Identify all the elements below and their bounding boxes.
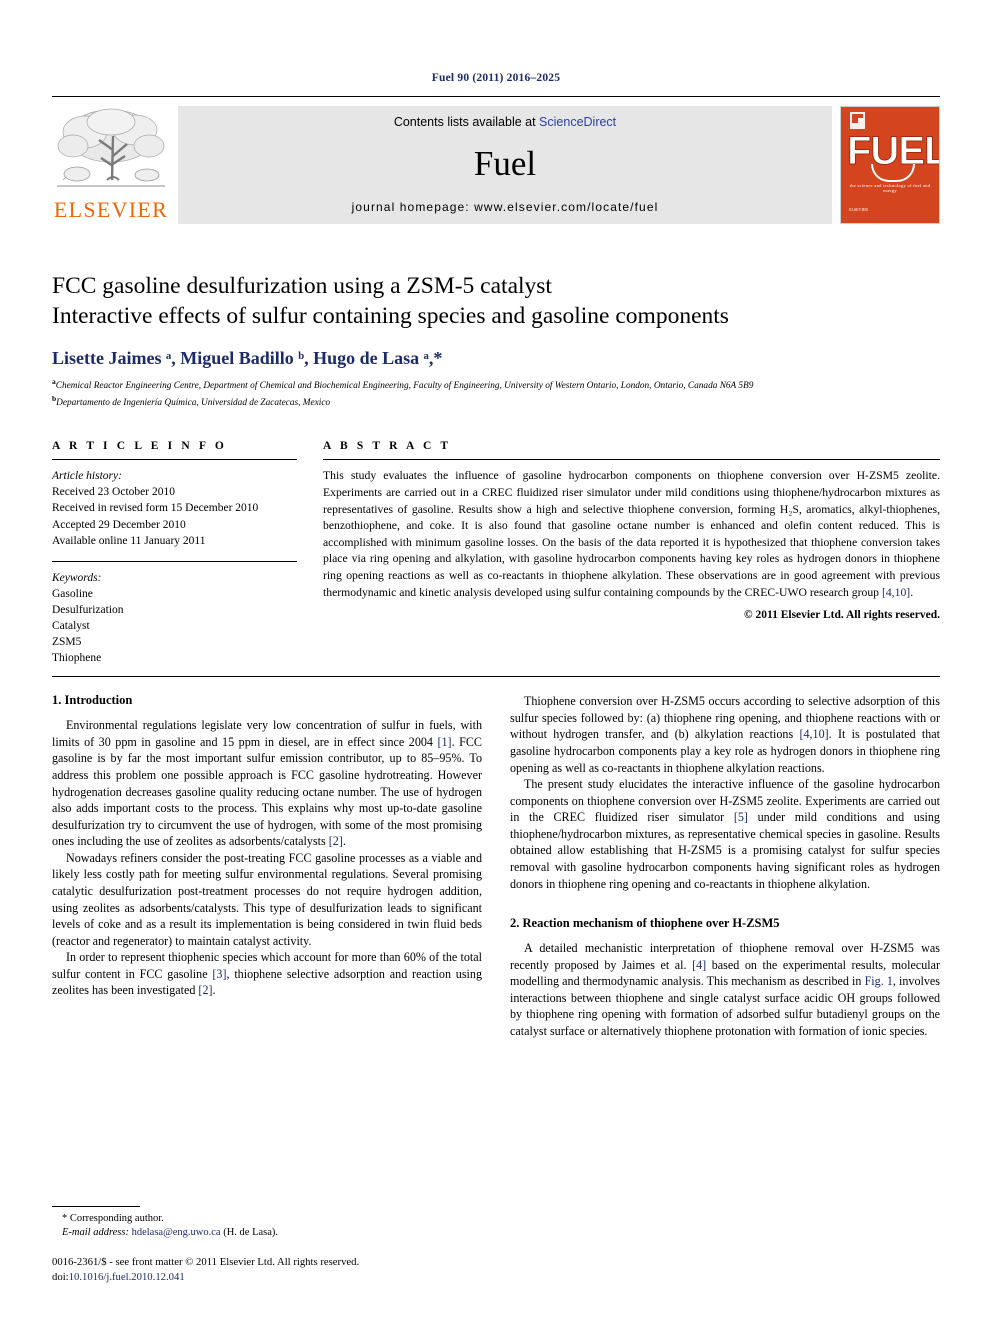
email-line: E-mail address: hdelasa@eng.uwo.ca (H. d…	[62, 1226, 482, 1241]
article-title-line-1: FCC gasoline desulfurization using a ZSM…	[52, 273, 552, 299]
paragraph: Environmental regulations legislate very…	[52, 717, 482, 850]
author-list: Lisette Jaimes ᵃ, Miguel Badillo ᵇ, Hugo…	[52, 348, 443, 369]
paragraph: Thiophene conversion over H-ZSM5 occurs …	[510, 693, 940, 776]
citation-ref[interactable]: [4]	[692, 958, 706, 972]
journal-band: Contents lists available at ScienceDirec…	[178, 106, 832, 224]
elsevier-logo: ELSEVIER	[52, 106, 170, 221]
doi-link[interactable]: 10.1016/j.fuel.2010.12.041	[69, 1271, 185, 1283]
citation-ref[interactable]: [4,10]	[799, 727, 828, 741]
citation-ref[interactable]: [2]	[198, 983, 212, 997]
abstract-heading: A B S T R A C T	[323, 440, 452, 453]
article-info-column: A R T I C L E I N F O Article history: R…	[52, 440, 297, 666]
keyword-item: Desulfurization	[52, 603, 124, 616]
doi-line: doi:10.1016/j.fuel.2010.12.041	[52, 1270, 482, 1285]
history-item: Available online 11 January 2011	[52, 534, 206, 547]
keyword-item: Gasoline	[52, 587, 93, 600]
sciencedirect-link[interactable]: ScienceDirect	[539, 115, 616, 129]
cover-subtitle: the science and technology of fuel and e…	[849, 183, 931, 193]
paragraph: In order to represent thiophenic species…	[52, 949, 482, 999]
keyword-item: Catalyst	[52, 620, 90, 633]
journal-title: Fuel	[473, 144, 537, 183]
title-block: FCC gasoline desulfurization using a ZSM…	[52, 271, 940, 410]
affiliation-b: bDepartamento de Ingeniería Química, Uni…	[52, 393, 331, 408]
affiliation-b-text: Departamento de Ingeniería Química, Univ…	[56, 397, 331, 408]
footnote-region: * Corresponding author. E-mail address: …	[52, 1205, 482, 1285]
email-label: E-mail address:	[62, 1227, 129, 1239]
section-heading-mechanism: 2. Reaction mechanism of thiophene over …	[510, 916, 780, 931]
cover-arc-decoration	[871, 164, 915, 182]
article-history-group: Article history: Received 23 October 201…	[52, 468, 297, 548]
corresponding-author-line: * Corresponding author.	[62, 1212, 164, 1224]
affiliation-a: aChemical Reactor Engineering Centre, De…	[52, 377, 754, 392]
history-item: Received in revised form 15 December 201…	[52, 502, 259, 515]
page-title: FCC gasoline desulfurization using a ZSM…	[52, 271, 940, 331]
body-column-right: Thiophene conversion over H-ZSM5 occurs …	[510, 693, 940, 1039]
doi-label: doi:	[52, 1271, 69, 1284]
keywords-group: Keywords: Gasoline Desulfurization Catal…	[52, 570, 297, 667]
abstract-text-tail: .	[910, 585, 914, 599]
affiliations: aChemical Reactor Engineering Centre, De…	[52, 377, 940, 410]
footer-meta: 0016-2361/$ - see front matter © 2011 El…	[52, 1255, 482, 1285]
article-title-line-2: Interactive effects of sulfur containing…	[52, 303, 729, 330]
elsevier-wordmark: ELSEVIER	[53, 197, 169, 222]
abstract-column: A B S T R A C T This study evaluates the…	[323, 440, 940, 666]
article-info-heading: A R T I C L E I N F O	[52, 440, 227, 453]
email-suffix: (H. de Lasa).	[220, 1227, 279, 1239]
keywords-label: Keywords:	[52, 571, 102, 584]
contents-list-line: Contents lists available at ScienceDirec…	[394, 115, 616, 129]
paragraph-text: .	[342, 834, 346, 849]
history-item: Accepted 29 December 2010	[52, 518, 186, 531]
paragraph: Nowadays refiners consider the post-trea…	[52, 850, 482, 948]
paragraph: The present study elucidates the interac…	[510, 776, 940, 892]
divider	[323, 459, 940, 461]
abstract-body-text: This study evaluates the influence of ga…	[323, 469, 940, 599]
front-matter-line: 0016-2361/$ - see front matter © 2011 El…	[52, 1256, 360, 1269]
footnote-rule	[52, 1205, 140, 1207]
journal-masthead: ELSEVIER Contents lists available at Sci…	[52, 96, 940, 231]
elsevier-tree-icon	[57, 108, 165, 187]
article-page: Fuel 90 (2011) 2016–2025 ELSEVIER Conten…	[0, 0, 992, 1323]
info-abstract-region: A R T I C L E I N F O Article history: R…	[52, 440, 940, 666]
history-item: Received 23 October 2010	[52, 486, 175, 499]
figure-ref[interactable]: Fig. 1	[865, 974, 893, 988]
paragraph-text: .	[212, 983, 216, 998]
paragraph: A detailed mechanistic interpretation of…	[510, 940, 940, 1039]
divider	[52, 459, 297, 461]
abstract-citation[interactable]: [4,10]	[882, 586, 910, 599]
citation-ref[interactable]: [5]	[734, 810, 748, 824]
keyword-item: Thiophene	[52, 652, 102, 665]
cover-elsevier-icon	[850, 112, 865, 129]
abstract-text: This study evaluates the influence of ga…	[323, 468, 940, 601]
article-history-label: Article history:	[52, 470, 122, 483]
body-column-left: 1. Introduction Environmental regulation…	[52, 693, 482, 1039]
email-link[interactable]: hdelasa@eng.uwo.ca	[132, 1227, 221, 1238]
abstract-copyright: © 2011 Elsevier Ltd. All rights reserved…	[744, 609, 940, 622]
journal-cover-thumbnail: FUEL the science and technology of fuel …	[840, 106, 940, 224]
journal-homepage-link[interactable]: journal homepage: www.elsevier.com/locat…	[352, 200, 659, 214]
section-heading-introduction: 1. Introduction	[52, 693, 133, 708]
divider	[52, 560, 297, 562]
paragraph-text: . FCC gasoline is by far the most import…	[52, 734, 482, 849]
contents-prefix: Contents lists available at	[393, 115, 540, 129]
citation-ref[interactable]: [3]	[212, 967, 226, 981]
body-columns: 1. Introduction Environmental regulation…	[52, 693, 940, 1039]
corresponding-author-note: * Corresponding author. E-mail address: …	[52, 1212, 482, 1241]
cover-publisher: ELSEVIER	[849, 207, 868, 213]
affiliation-a-text: Chemical Reactor Engineering Centre, Dep…	[55, 381, 754, 392]
citation-ref[interactable]: [1]	[437, 735, 451, 749]
paragraph-text: Environmental regulations legislate very…	[52, 718, 482, 749]
keyword-item: ZSM5	[52, 636, 82, 649]
running-head: Fuel 90 (2011) 2016–2025	[431, 72, 561, 84]
citation-ref[interactable]: [2]	[329, 834, 343, 848]
section-divider	[52, 676, 940, 678]
